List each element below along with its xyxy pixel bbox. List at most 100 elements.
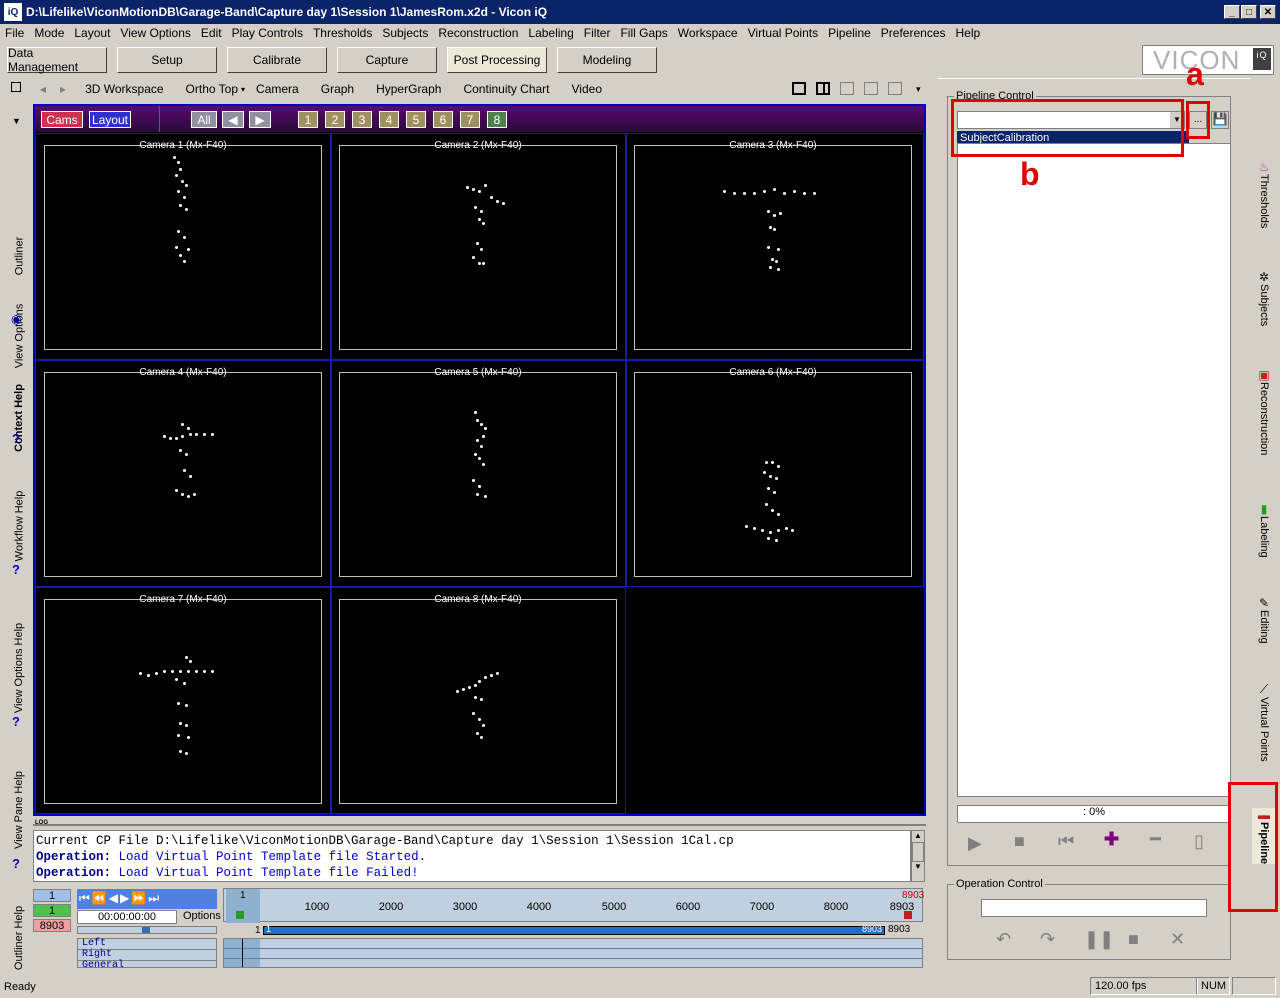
speed-slider[interactable] (77, 926, 217, 934)
menu-layout[interactable]: Layout (69, 26, 115, 40)
tab-view-pane-help[interactable]: View Pane Help (8, 760, 30, 860)
menu-subjects[interactable]: Subjects (377, 26, 433, 40)
camera-2-view[interactable] (339, 145, 617, 350)
camera-4-view[interactable] (44, 372, 322, 577)
camera-1-view[interactable] (44, 145, 322, 350)
tab-labeling[interactable]: ▮ Labeling (1252, 502, 1276, 558)
close-button[interactable]: ✕ (1260, 5, 1276, 19)
arrow-left-icon[interactable]: ◂ (34, 82, 52, 96)
tab-outliner-help[interactable]: Outliner Help (8, 898, 30, 978)
cams-button[interactable]: Cams (41, 111, 83, 128)
mode-modeling-button[interactable]: Modeling (557, 47, 657, 73)
camera-5-button[interactable]: 5 (406, 111, 426, 128)
menu-file[interactable]: File (0, 26, 29, 40)
options-button[interactable]: Options (183, 910, 221, 922)
menu-view-options[interactable]: View Options (115, 26, 195, 40)
camera-4-button[interactable]: 4 (379, 111, 399, 128)
timeline-ruler[interactable]: 1 8903 1000 2000 3000 4000 5000 6000 700… (223, 888, 924, 923)
log-text[interactable]: Current CP File D:\Lifelike\ViconMotionD… (33, 830, 911, 882)
run-pipeline-button[interactable]: ▶ (968, 833, 982, 854)
start-marker-icon[interactable] (236, 911, 244, 919)
camera-5-view[interactable] (339, 372, 617, 577)
track-general[interactable]: General (78, 961, 216, 971)
operation-properties-button[interactable]: ▯ (1194, 831, 1204, 852)
tab-ortho-top[interactable]: Ortho Top (175, 82, 249, 96)
menu-pipeline[interactable]: Pipeline (823, 26, 876, 40)
minimize-button[interactable]: _ (1224, 5, 1240, 19)
pipeline-list[interactable] (957, 143, 1231, 797)
menu-filter[interactable]: Filter (579, 26, 616, 40)
menu-edit[interactable]: Edit (196, 26, 227, 40)
camera-view-area[interactable]: Cams Layout All ◀ ▶ 1 2 3 4 5 6 7 8 Came… (33, 104, 926, 816)
camera-1-button[interactable]: 1 (298, 111, 318, 128)
menu-play-controls[interactable]: Play Controls (227, 26, 308, 40)
prev-camera-button[interactable]: ◀ (222, 111, 244, 128)
menu-virtual-points[interactable]: Virtual Points (743, 26, 823, 40)
menu-help[interactable]: Help (951, 26, 986, 40)
add-operation-button[interactable]: ✚ (1104, 829, 1119, 850)
image-icon[interactable] (840, 82, 854, 95)
pin-icon[interactable] (11, 82, 21, 92)
prev-frame-icon[interactable]: ⏪ (92, 891, 107, 907)
log-scrollbar[interactable]: ▲ ▼ (911, 830, 925, 882)
stop-pipeline-button[interactable]: ■ (1014, 831, 1025, 852)
tab-subjects[interactable]: ✲ Subjects (1252, 270, 1276, 326)
end-marker-icon[interactable] (904, 911, 912, 919)
tab-reconstruction[interactable]: ▣ Reconstruction (1252, 368, 1276, 455)
save-icon[interactable] (864, 82, 878, 95)
cancel-icon[interactable]: ✕ (1170, 929, 1185, 950)
undo-icon[interactable]: ↶ (996, 929, 1011, 950)
menu-thresholds[interactable]: Thresholds (308, 26, 377, 40)
operation-field[interactable] (981, 899, 1207, 917)
camera-6-view[interactable] (634, 372, 912, 577)
menu-mode[interactable]: Mode (29, 26, 69, 40)
single-view-icon[interactable] (792, 82, 806, 95)
tab-context-help[interactable]: Context Help (8, 368, 30, 468)
tab-3d-workspace[interactable]: 3D Workspace (74, 82, 174, 96)
camera-7-button[interactable]: 7 (460, 111, 480, 128)
remove-operation-button[interactable]: ━ (1150, 829, 1161, 850)
play-back-icon[interactable]: ◀ (109, 891, 118, 907)
mode-capture-button[interactable]: Capture (337, 47, 437, 73)
tab-camera[interactable]: Camera (245, 82, 310, 96)
tab-graph[interactable]: Graph (310, 82, 365, 96)
next-frame-icon[interactable]: ⏩ (131, 891, 146, 907)
arrow-right-icon[interactable]: ▸ (52, 82, 74, 96)
dropdown-arrow-icon[interactable]: ▾ (916, 84, 921, 95)
mode-post-processing-button[interactable]: Post Processing (447, 47, 547, 73)
end-frame-field[interactable]: 8903 (33, 919, 71, 932)
mode-setup-button[interactable]: Setup (117, 47, 217, 73)
last-frame-icon[interactable]: ⏭ (148, 891, 159, 907)
play-icon[interactable]: ▶ (120, 891, 129, 907)
tab-virtual-points[interactable]: ⟋ Virtual Points (1252, 682, 1276, 762)
range-bar[interactable]: 1 8903 (263, 924, 885, 935)
camera-3-view[interactable] (634, 145, 912, 350)
start-frame-field[interactable]: 1 (33, 904, 71, 917)
menu-fill-gaps[interactable]: Fill Gaps (615, 26, 672, 40)
track-area[interactable] (223, 938, 923, 968)
tab-editing[interactable]: ✎ Editing (1252, 596, 1276, 644)
stop-icon[interactable]: ■ (1128, 929, 1139, 950)
camera-3-button[interactable]: 3 (352, 111, 372, 128)
tab-workflow-help[interactable]: Workflow Help (8, 486, 30, 566)
menu-labeling[interactable]: Labeling (523, 26, 578, 40)
split-view-icon[interactable] (816, 82, 830, 95)
rewind-pipeline-button[interactable]: ⏮ (1058, 831, 1074, 852)
first-frame-icon[interactable]: ⏮ (79, 891, 90, 907)
current-frame-field[interactable]: 1 (33, 889, 71, 902)
tab-video[interactable]: Video (561, 82, 613, 96)
tab-hypergraph[interactable]: HyperGraph (365, 82, 452, 96)
camera-8-button[interactable]: 8 (487, 111, 507, 128)
timecode-field[interactable]: 00:00:00:00 (77, 910, 177, 924)
menu-reconstruction[interactable]: Reconstruction (433, 26, 523, 40)
redo-icon[interactable]: ↷ (1040, 929, 1055, 950)
menu-preferences[interactable]: Preferences (876, 26, 951, 40)
mode-calibrate-button[interactable]: Calibrate (227, 47, 327, 73)
tab-outliner[interactable]: Outliner (8, 226, 30, 286)
menu-workspace[interactable]: Workspace (673, 26, 743, 40)
tab-continuity-chart[interactable]: Continuity Chart (452, 82, 560, 96)
tab-thresholds[interactable]: ♨ Thresholds (1252, 160, 1276, 228)
mode-data-management-button[interactable]: Data Management (7, 46, 107, 74)
camera-2-button[interactable]: 2 (325, 111, 345, 128)
print-icon[interactable] (888, 82, 902, 95)
